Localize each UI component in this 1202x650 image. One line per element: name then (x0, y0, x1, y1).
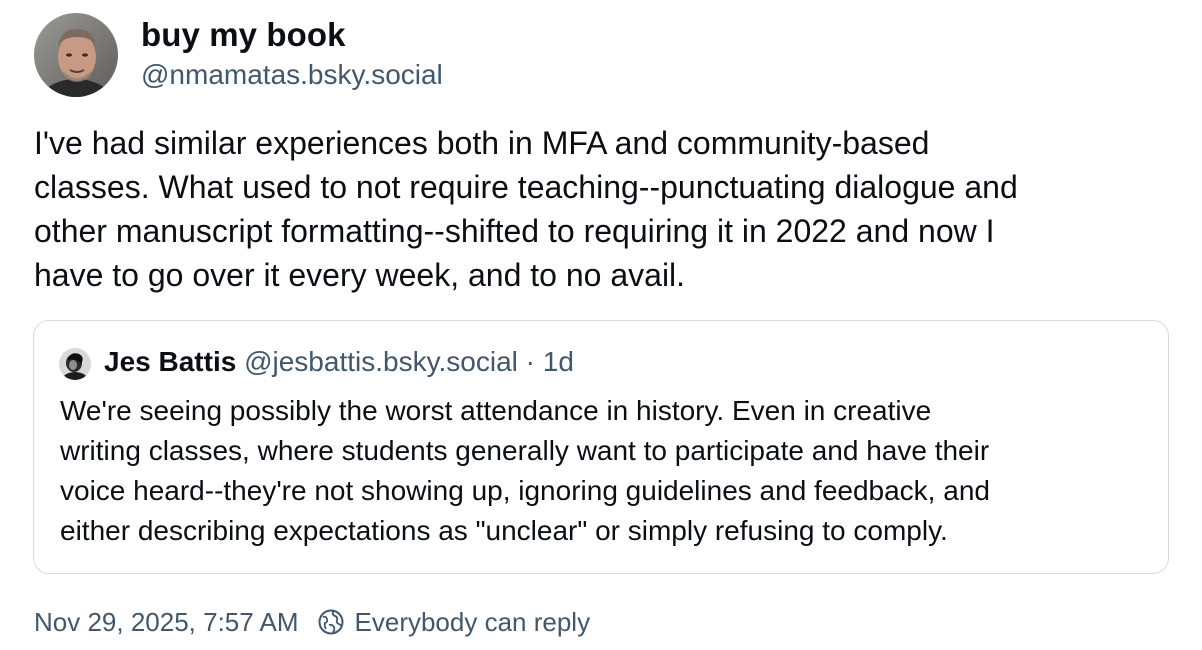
quote-author-name[interactable]: Jes Battis (104, 346, 236, 377)
quote-body: We're seeing possibly the worst attendan… (60, 391, 1150, 551)
post-body: I've had similar experiences both in MFA… (34, 121, 1174, 297)
post-card: buy my book @nmamatas.bsky.social I've h… (0, 0, 1202, 650)
quote-separator: · (525, 346, 535, 377)
quote-avatar-photo-icon (59, 348, 91, 380)
reply-setting-label[interactable]: Everybody can reply (355, 607, 591, 638)
quote-timestamp[interactable]: 1d (543, 346, 574, 377)
quote-author-handle[interactable]: @jesbattis.bsky.social (244, 346, 518, 377)
quote-body-line: We're seeing possibly the worst attendan… (60, 395, 932, 426)
post-body-line: have to go over it every week, and to no… (34, 257, 686, 293)
post-timestamp[interactable]: Nov 29, 2025, 7:57 AM (34, 607, 299, 638)
quote-header: Jes Battis @jesbattis.bsky.social · 1d (104, 346, 574, 378)
post-body-line: other manuscript formatting--shifted to … (34, 213, 995, 249)
quote-body-line: writing classes, where students generall… (60, 435, 990, 466)
author-display-name[interactable]: buy my book (141, 16, 346, 54)
author-handle[interactable]: @nmamatas.bsky.social (141, 59, 443, 91)
post-body-line: I've had similar experiences both in MFA… (34, 125, 930, 161)
earth-reply-icon (317, 608, 345, 636)
post-body-line: classes. What used to not require teachi… (34, 169, 1018, 205)
quote-body-line: voice heard--they're not showing up, ign… (60, 475, 990, 506)
quote-author-avatar[interactable] (59, 348, 91, 380)
quoted-post[interactable]: Jes Battis @jesbattis.bsky.social · 1d W… (33, 320, 1169, 574)
author-avatar[interactable] (34, 13, 118, 97)
avatar-photo-icon (34, 13, 118, 97)
quote-body-line: either describing expectations as "uncle… (60, 515, 948, 546)
post-footer: Nov 29, 2025, 7:57 AM Everybody can repl… (34, 604, 590, 640)
